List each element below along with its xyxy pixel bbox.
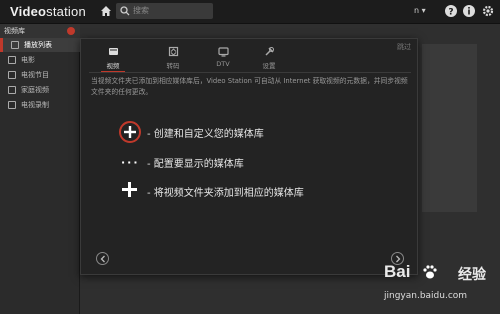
sidebar-item-label: 家庭视频 xyxy=(21,86,49,94)
sidebar-item-label: 电视录制 xyxy=(21,101,49,109)
sidebar-item-label: 电视节目 xyxy=(21,71,49,79)
recording-icon xyxy=(8,101,16,109)
step-label: - 配置要显示的媒体库 xyxy=(147,159,244,170)
paw-icon xyxy=(423,265,437,279)
search-icon xyxy=(120,6,130,16)
sidebar-item-tv-recordings[interactable]: 电视录制 xyxy=(0,98,80,112)
playlist-icon xyxy=(11,41,19,49)
dialog-description: 当视频文件夹已添加到相应媒体库后，Video Station 可自动从 Inte… xyxy=(91,77,408,96)
sidebar-header: 视频库 xyxy=(0,24,80,38)
dots-icon: ··· xyxy=(121,156,140,169)
home-icon[interactable] xyxy=(100,5,112,17)
tab-video[interactable]: 视频 xyxy=(93,43,133,73)
background-panel xyxy=(422,44,477,212)
svg-text:?: ? xyxy=(448,8,453,18)
top-bar: Videostation 搜索 n ▾ ? xyxy=(0,0,500,24)
step-label: - 将视频文件夹添加到相应的媒体库 xyxy=(147,188,304,199)
settings-icon xyxy=(264,47,274,56)
add-library-button[interactable] xyxy=(67,27,75,35)
tab-divider xyxy=(89,72,411,73)
sidebar-title: 视频库 xyxy=(4,27,25,35)
home-video-icon xyxy=(8,86,16,94)
tv-icon xyxy=(217,47,229,57)
watermark-brand: Bai xyxy=(384,262,411,281)
sidebar-item-tv-shows[interactable]: 电视节目 xyxy=(0,68,80,82)
step-label: - 创建和自定义您的媒体库 xyxy=(147,129,264,140)
search-input[interactable]: 搜索 xyxy=(116,3,213,19)
baidu-watermark: Bai 经验 jingyan.baidu.com xyxy=(384,262,496,310)
prev-page-button[interactable] xyxy=(96,252,109,265)
transcode-icon xyxy=(168,46,178,57)
app-logo: Videostation xyxy=(10,4,86,19)
sidebar-item-label: 电影 xyxy=(21,56,35,64)
step-create-library: - 创建和自定义您的媒体库 xyxy=(119,121,399,143)
tab-dtv[interactable]: DTV xyxy=(203,43,243,73)
info-icon[interactable] xyxy=(462,4,476,18)
gear-icon[interactable] xyxy=(481,4,495,18)
step-add-folder: - 将视频文件夹添加到相应的媒体库 xyxy=(119,180,399,202)
sidebar-item-label: 播放列表 xyxy=(24,41,52,49)
sidebar-item-home-videos[interactable]: 家庭视频 xyxy=(0,83,80,97)
tab-settings[interactable]: 设置 xyxy=(249,43,289,73)
tv-show-icon xyxy=(8,71,16,79)
movie-icon xyxy=(8,56,16,64)
sidebar-item-playlist[interactable]: 播放列表 xyxy=(0,38,80,52)
chevron-left-icon xyxy=(100,255,105,263)
plus-icon xyxy=(122,182,137,197)
user-menu[interactable]: n ▾ xyxy=(414,6,426,15)
help-icon[interactable]: ? xyxy=(444,4,458,18)
welcome-dialog: 跳过 视频 转码 DTV 设置 当视频文件夹已添加到相应媒体库后，Video S… xyxy=(80,38,418,275)
sidebar-item-movies[interactable]: 电影 xyxy=(0,53,80,67)
video-icon xyxy=(108,48,118,55)
search-placeholder: 搜索 xyxy=(133,6,149,15)
circle-plus-icon[interactable] xyxy=(119,121,141,143)
tab-transcode[interactable]: 转码 xyxy=(153,43,193,73)
dialog-tabs: 视频 转码 DTV 设置 xyxy=(81,43,419,73)
sidebar: 视频库 播放列表 电影 电视节目 家庭视频 电视录制 xyxy=(0,24,80,314)
watermark-url: jingyan.baidu.com xyxy=(384,291,468,301)
watermark-suffix: 经验 xyxy=(458,267,486,283)
step-configure-library: ··· - 配置要显示的媒体库 xyxy=(119,151,399,173)
